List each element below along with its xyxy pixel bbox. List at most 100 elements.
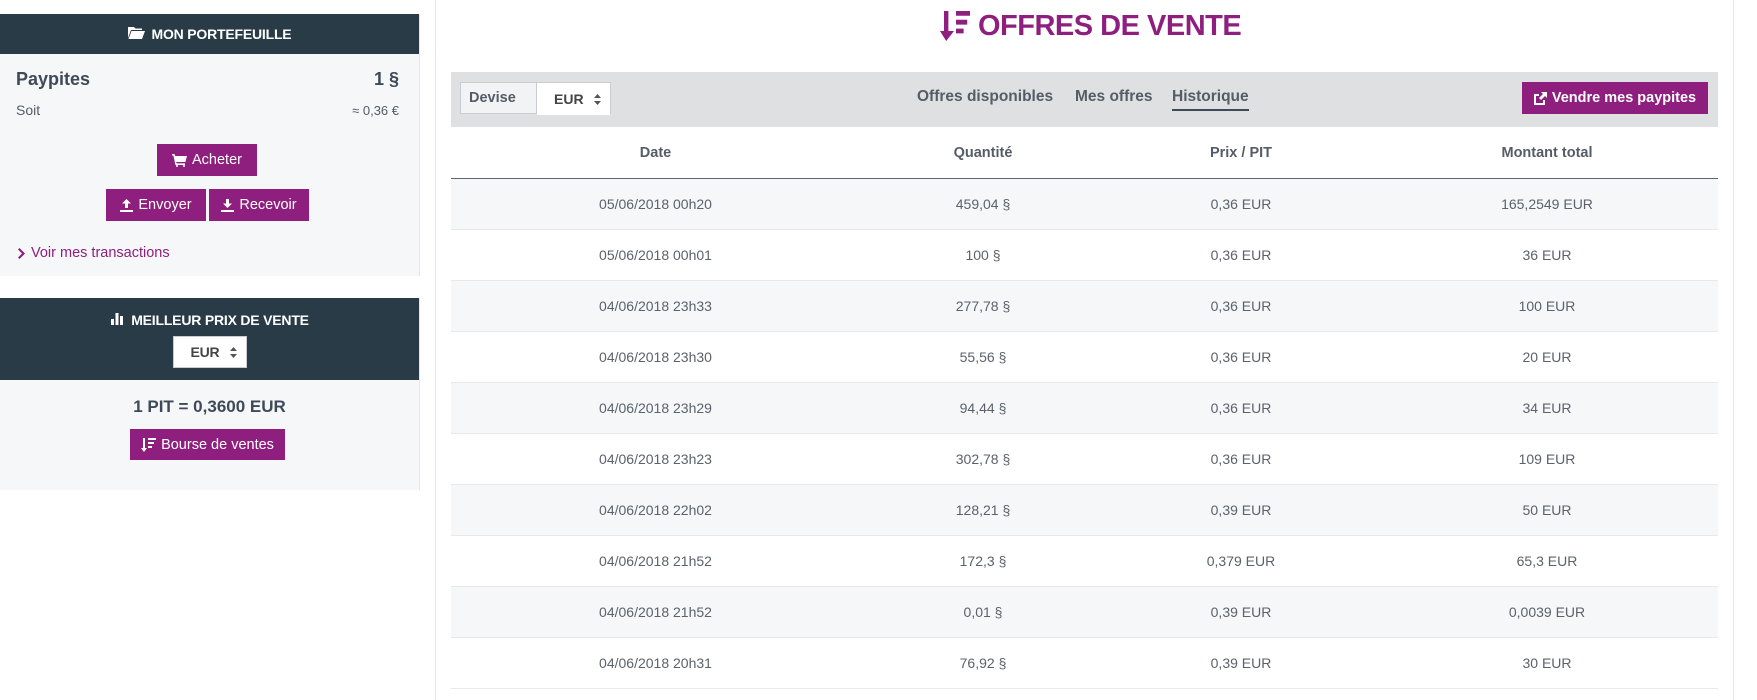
sort-amount-down-icon [141,437,157,452]
cell-quantite: 302,78 § [860,433,1106,485]
equivalent-line: Soit ≈ 0,36 € [16,102,399,118]
cart-icon [172,153,187,167]
cell-prix: 0,36 EUR [1106,382,1376,434]
page-title-text: OFFRES DE VENTE [978,9,1242,42]
cell-montant: 65,3 EUR [1376,535,1718,587]
send-button[interactable]: Envoyer [106,189,206,221]
offers-toolbar: Devise EUR Offres disponibles Mes offres… [451,72,1718,127]
cell-montant: 34 EUR [1376,382,1718,434]
column-header-quantite: Quantité [860,128,1106,179]
table-row: 04/06/2018 23h29 94,44 § 0,36 EUR 34 EUR [451,382,1718,434]
column-header-montant: Montant total [1376,128,1718,179]
download-icon [221,198,235,212]
cell-montant: 20 EUR [1376,331,1718,383]
best-price-title: MEILLEUR PRIX DE VENTE [131,312,309,328]
cell-quantite: 459,04 § [860,178,1106,230]
wallet-header: MON PORTEFEUILLE [0,14,419,54]
sell-paypites-button[interactable]: Vendre mes paypites [1522,82,1708,114]
table-row: 04/06/2018 23h23 302,78 § 0,36 EUR 109 EUR [451,433,1718,485]
wallet-title: MON PORTEFEUILLE [151,26,292,42]
cell-quantite: 55,56 § [860,331,1106,383]
sell-paypites-label: Vendre mes paypites [1551,90,1697,106]
currency-name: Paypites [16,69,91,89]
table-row: 04/06/2018 23h30 55,56 § 0,36 EUR 20 EUR [451,331,1718,383]
cell-quantite: 172,3 § [860,535,1106,587]
balance-line: Paypites 1 § [16,69,399,90]
devise-select[interactable]: EUR [537,83,610,115]
tab-historique[interactable]: Historique [1172,88,1249,111]
cell-date: 04/06/2018 23h23 [451,433,860,485]
cell-quantite: 277,78 § [860,280,1106,332]
cell-date: 04/06/2018 23h33 [451,280,860,332]
cell-quantite: 76,92 § [860,637,1106,689]
cell-date: 04/06/2018 22h02 [451,484,860,536]
soit-label: Soit [16,102,41,118]
equivalent-value: ≈ 0,36 € [352,103,399,118]
upload-icon [120,198,134,212]
transactions-link[interactable]: Voir mes transactions [18,245,170,261]
cell-prix: 0,36 EUR [1106,229,1376,281]
cell-quantite: 100 § [860,229,1106,281]
cell-prix: 0,36 EUR [1106,331,1376,383]
balance-value: 1 § [373,69,399,89]
cell-montant: 100 EUR [1376,280,1718,332]
receive-label: Recevoir [239,197,297,213]
bourse-button[interactable]: Bourse de ventes [130,429,285,460]
cell-date: 04/06/2018 23h30 [451,331,860,383]
cell-montant: 109 EUR [1376,433,1718,485]
cell-prix: 0,39 EUR [1106,637,1376,689]
devise-label: Devise [461,83,537,113]
vertical-divider [435,0,436,700]
cell-date: 04/06/2018 21h52 [451,535,860,587]
devise-value: EUR [554,91,584,107]
right-border [1733,0,1734,700]
table-row: 05/06/2018 00h20 459,04 § 0,36 EUR 165,2549… [451,178,1718,230]
cell-prix: 0,36 EUR [1106,178,1376,230]
cell-prix: 0,379 EUR [1106,535,1376,587]
best-price-currency-value: EUR [190,344,220,360]
sort-arrows-icon [594,93,601,105]
cell-montant: 0,0039 EUR [1376,586,1718,638]
best-price-rate: 1 PIT = 0,3600 EUR [133,397,286,416]
table-row: 04/06/2018 22h02 128,21 § 0,39 EUR 50 EUR [451,484,1718,536]
buy-button[interactable]: Acheter [157,144,257,176]
folder-open-icon [127,26,145,42]
table-header-row: Date Quantité Prix / PIT Montant total [451,128,1718,179]
tab-offres-disponibles[interactable]: Offres disponibles [917,88,1053,109]
cell-montant: 165,2549 EUR [1376,178,1718,230]
cell-quantite: 128,21 § [860,484,1106,536]
best-price-currency-select[interactable]: EUR [172,336,247,368]
cell-montant: 30 EUR [1376,637,1718,689]
cell-prix: 0,39 EUR [1106,586,1376,638]
cell-quantite: 94,44 § [860,382,1106,434]
sort-amount-down-icon [940,11,970,41]
cell-prix: 0,36 EUR [1106,280,1376,332]
cell-quantite: 0,01 § [860,586,1106,638]
page-title: OFFRES DE VENTE [940,6,1242,46]
table-row: 04/06/2018 21h52 0,01 § 0,39 EUR 0,0039 EUR [451,586,1718,638]
wallet-panel: MON PORTEFEUILLE Paypites 1 § Soit ≈ 0,3… [0,14,420,276]
cell-prix: 0,36 EUR [1106,433,1376,485]
cell-date: 05/06/2018 00h20 [451,178,860,230]
table-row: 04/06/2018 21h52 172,3 § 0,379 EUR 65,3 EUR [451,535,1718,587]
bar-chart-icon [110,312,124,328]
receive-button[interactable]: Recevoir [209,189,309,221]
cell-date: 04/06/2018 23h29 [451,382,860,434]
cell-date: 05/06/2018 00h01 [451,229,860,281]
best-price-panel: MEILLEUR PRIX DE VENTE EUR 1 PIT = 0,360… [0,298,420,490]
bourse-label: Bourse de ventes [161,436,274,453]
cell-date: 04/06/2018 21h52 [451,586,860,638]
sort-arrows-icon [229,346,237,358]
external-link-icon [1533,91,1547,105]
devise-group: Devise EUR [460,82,611,115]
send-label: Envoyer [138,197,192,213]
cell-montant: 36 EUR [1376,229,1718,281]
chevron-right-icon [18,247,25,259]
tab-mes-offres[interactable]: Mes offres [1075,88,1153,109]
table-row: 04/06/2018 23h33 277,78 § 0,36 EUR 100 EUR [451,280,1718,332]
buy-label: Acheter [192,152,242,168]
offers-history-table: Date Quantité Prix / PIT Montant total 0… [451,128,1718,689]
table-row: 05/06/2018 00h01 100 § 0,36 EUR 36 EUR [451,229,1718,281]
best-price-header: MEILLEUR PRIX DE VENTE EUR [0,298,419,380]
table-row: 04/06/2018 20h31 76,92 § 0,39 EUR 30 EUR [451,637,1718,689]
